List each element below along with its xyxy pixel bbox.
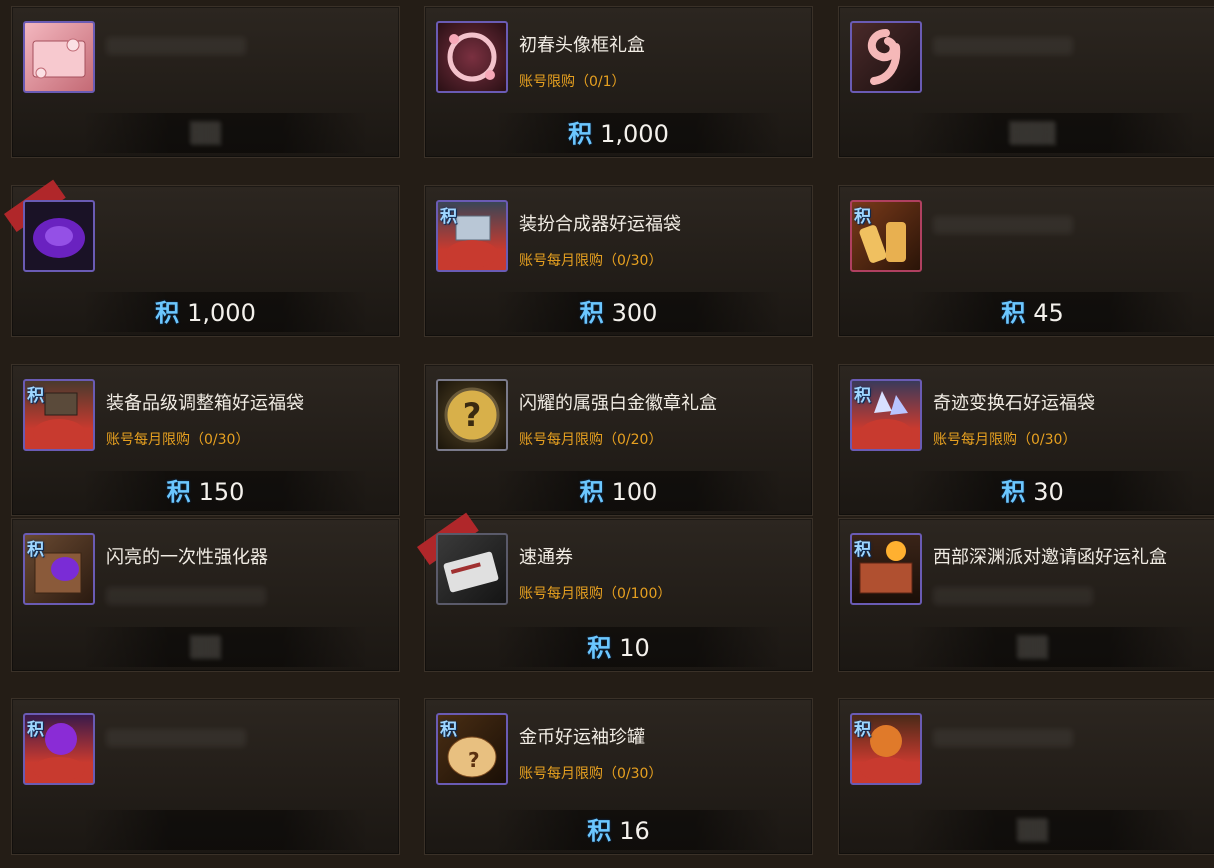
flower-ring-icon	[436, 21, 508, 93]
blurred-limit	[106, 587, 266, 605]
currency-tag: 积	[440, 207, 457, 227]
currency-symbol: 积	[568, 120, 593, 148]
blurred-name	[106, 729, 246, 747]
pink-envelope-icon	[23, 21, 95, 93]
blurred-price: ▒▒▒	[1009, 121, 1056, 145]
price: 积 300	[425, 293, 812, 328]
item-name: 速通券	[519, 547, 573, 568]
price-value: 30	[1033, 478, 1064, 506]
shop-item-card[interactable]: 积	[11, 698, 400, 855]
currency-symbol: 积	[587, 634, 612, 662]
currency-symbol: 积	[579, 478, 604, 506]
currency-tag: 积	[854, 207, 871, 227]
purchase-limit: 账号每月限购（0/20）	[519, 432, 663, 448]
purchase-limit: 账号每月限购（0/30）	[519, 766, 663, 782]
amber-bag-icon: 积	[850, 713, 922, 785]
item-name: 西部深渊派对邀请函好运礼盒	[933, 547, 1167, 568]
shop-item-card[interactable]: 积 装备品级调整箱好运福袋 账号每月限购（0/30） 积 150	[11, 364, 400, 516]
shop-item-card[interactable]: ▒▒▒	[838, 6, 1214, 158]
blurred-price: ▒▒	[190, 121, 221, 145]
pink-nine-icon	[850, 21, 922, 93]
currency-tag: 积	[440, 720, 457, 740]
shop-item-card[interactable]: 积 西部深渊派对邀请函好运礼盒 ▒▒	[838, 518, 1214, 672]
shop-item-card[interactable]: 积 闪亮的一次性强化器 ▒▒	[11, 518, 400, 672]
item-name: 闪亮的一次性强化器	[106, 547, 268, 568]
purchase-limit: 账号限购（0/1）	[519, 74, 626, 90]
shop-item-card[interactable]: 积 奇迹变换石好运福袋 账号每月限购（0/30） 积 30	[838, 364, 1214, 516]
blurred-price: ▒▒	[190, 635, 221, 659]
price-value: 100	[611, 478, 658, 506]
price: 积 1,000	[425, 114, 812, 149]
item-name: 闪耀的属强白金徽章礼盒	[519, 393, 717, 414]
crystal-bag-icon: 积	[850, 379, 922, 451]
price: 积 10	[425, 628, 812, 663]
shop-item-card[interactable]: 积 ▒▒	[838, 698, 1214, 855]
blurred-price: ▒▒	[1017, 635, 1048, 659]
price-value: 150	[198, 478, 245, 506]
currency-symbol: 积	[1001, 478, 1026, 506]
blurred-name	[933, 37, 1073, 55]
price-value: 45	[1033, 299, 1064, 327]
price-value: 1,000	[600, 120, 669, 148]
currency-tag: 积	[854, 540, 871, 560]
shop-item-card[interactable]: 初春头像框礼盒 账号限购（0/1） 积 1,000	[424, 6, 813, 158]
currency-symbol: 积	[587, 817, 612, 845]
price: 积 150	[12, 472, 399, 507]
shop-item-card[interactable]: ▒▒	[11, 6, 400, 158]
purchase-limit: 账号每月限购（0/30）	[933, 432, 1077, 448]
currency-symbol: 积	[166, 478, 191, 506]
item-name: 金币好运袖珍罐	[519, 727, 645, 748]
item-name: 初春头像框礼盒	[519, 35, 645, 56]
blurred-name	[933, 216, 1073, 234]
shop-item-card[interactable]: 积 积 45	[838, 185, 1214, 337]
price-value: 300	[611, 299, 658, 327]
price: 积 45	[839, 293, 1214, 328]
currency-tag: 积	[854, 386, 871, 406]
treasure-chest-icon: 积	[850, 533, 922, 605]
price: 积 30	[839, 472, 1214, 507]
currency-tag: 积	[27, 386, 44, 406]
blurred-name	[106, 37, 246, 55]
currency-symbol: 积	[1001, 299, 1026, 327]
item-name: 装扮合成器好运福袋	[519, 214, 681, 235]
gold-scroll-icon: 积	[850, 200, 922, 272]
purchase-limit: 账号每月限购（0/30）	[519, 253, 663, 269]
purple-bag-icon: 积	[23, 713, 95, 785]
shop-item-card[interactable]: 速通券 账号每月限购（0/100） 积 10	[417, 512, 813, 672]
shop-item-card[interactable]: 积 装扮合成器好运福袋 账号每月限购（0/30） 积 300	[424, 185, 813, 337]
blurred-name	[933, 729, 1073, 747]
item-name: 装备品级调整箱好运福袋	[106, 393, 304, 414]
price: 积 100	[425, 472, 812, 507]
purchase-limit: 账号每月限购（0/100）	[519, 586, 672, 602]
shop-item-card[interactable]: ? 闪耀的属强白金徽章礼盒 账号每月限购（0/20） 积 100	[424, 364, 813, 516]
synth-bag-icon: 积	[436, 200, 508, 272]
price-value: 16	[619, 817, 650, 845]
shop-item-card[interactable]: 积 1,000	[4, 179, 400, 337]
shop-grid: ▒▒ 初春头像框礼盒 账号限购（0/1） 积 1,000 ▒▒▒ 积 1,000…	[0, 0, 1214, 868]
svg-text:?: ?	[463, 396, 482, 434]
purple-orb-icon	[23, 200, 95, 272]
gold-jar-icon: 积 ?	[436, 713, 508, 785]
currency-symbol: 积	[155, 299, 180, 327]
currency-symbol: 积	[579, 299, 604, 327]
purchase-limit: 账号每月限购（0/30）	[106, 432, 250, 448]
blurred-price: ▒▒	[1017, 818, 1048, 842]
grade-box-bag-icon: 积	[23, 379, 95, 451]
currency-tag: 积	[27, 720, 44, 740]
currency-tag: 积	[854, 720, 871, 740]
shop-item-card[interactable]: 积 ? 金币好运袖珍罐 账号每月限购（0/30） 积 16	[424, 698, 813, 855]
price: 积 1,000	[12, 293, 399, 328]
currency-tag: 积	[27, 540, 44, 560]
enhancer-icon: 积	[23, 533, 95, 605]
ticket-icon	[436, 533, 508, 605]
item-name: 奇迹变换石好运福袋	[933, 393, 1095, 414]
price-value: 10	[619, 634, 650, 662]
price: 积 16	[425, 811, 812, 846]
svg-text:?: ?	[468, 748, 480, 772]
price-bar	[82, 810, 369, 850]
price-value: 1,000	[187, 299, 256, 327]
question-badge-icon: ?	[436, 379, 508, 451]
blurred-limit	[933, 587, 1093, 605]
